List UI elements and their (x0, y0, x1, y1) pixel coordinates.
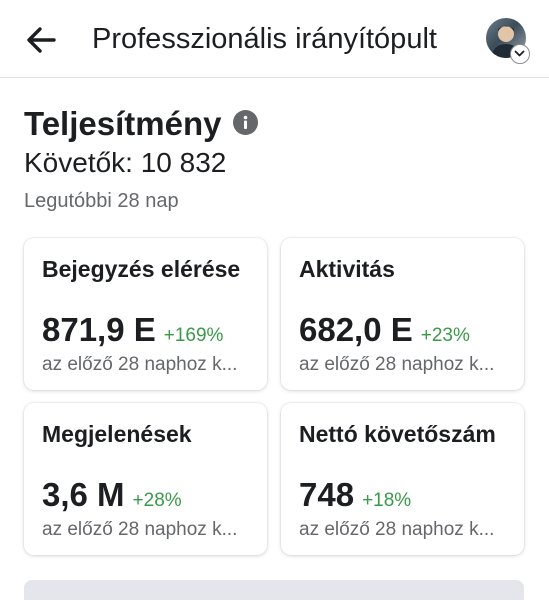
metric-value: 871,9 E (42, 311, 156, 348)
bottom-action-button[interactable] (24, 580, 524, 600)
chevron-down-icon (514, 50, 525, 57)
metric-value-row: 3,6 M +28% (42, 475, 182, 515)
metric-change: +169% (163, 325, 224, 346)
metric-value: 748 (299, 476, 355, 513)
metric-title: Bejegyzés elérése (42, 256, 241, 282)
arrow-left-icon (27, 27, 56, 53)
metric-comparison-note: az előző 28 naphoz k... (299, 354, 495, 375)
section-title: Teljesítmény (24, 105, 222, 142)
metric-change: +18% (362, 490, 412, 511)
info-glyph (243, 115, 248, 129)
follower-count: Követők: 10 832 (24, 147, 227, 178)
metric-value-row: 871,9 E +169% (42, 310, 223, 350)
metric-value-row: 748 +18% (299, 475, 411, 515)
metric-change: +23% (420, 325, 470, 346)
metric-comparison-note: az előző 28 naphoz k... (42, 354, 238, 375)
top-bar: Professzionális irányítópult (0, 0, 549, 78)
metric-card-impressions[interactable]: Megjelenések 3,6 M +28% az előző 28 napho… (24, 403, 267, 555)
metric-card-net-followers[interactable]: Nettó követőszám 748 +18% az előző 28 nap… (281, 403, 524, 555)
metric-comparison-note: az előző 28 naphoz k... (42, 519, 238, 540)
metric-value: 3,6 M (42, 476, 125, 513)
back-button[interactable] (22, 20, 62, 60)
metric-change: +28% (132, 490, 182, 511)
metric-card-engagement[interactable]: Aktivitás 682,0 E +23% az előző 28 naphoz… (281, 238, 524, 390)
metric-value-row: 682,0 E +23% (299, 310, 470, 350)
metric-value: 682,0 E (299, 311, 413, 348)
account-switch-button[interactable] (510, 44, 530, 64)
metric-title: Aktivitás (299, 256, 395, 282)
metric-comparison-note: az előző 28 naphoz k... (299, 519, 495, 540)
metric-title: Nettó követőszám (299, 421, 496, 447)
period-label: Legutóbbi 28 nap (24, 190, 179, 212)
metric-card-post-reach[interactable]: Bejegyzés elérése 871,9 E +169% az előző … (24, 238, 267, 390)
page-title: Professzionális irányítópult (92, 23, 437, 55)
info-icon[interactable] (233, 110, 258, 135)
metric-title: Megjelenések (42, 421, 192, 447)
